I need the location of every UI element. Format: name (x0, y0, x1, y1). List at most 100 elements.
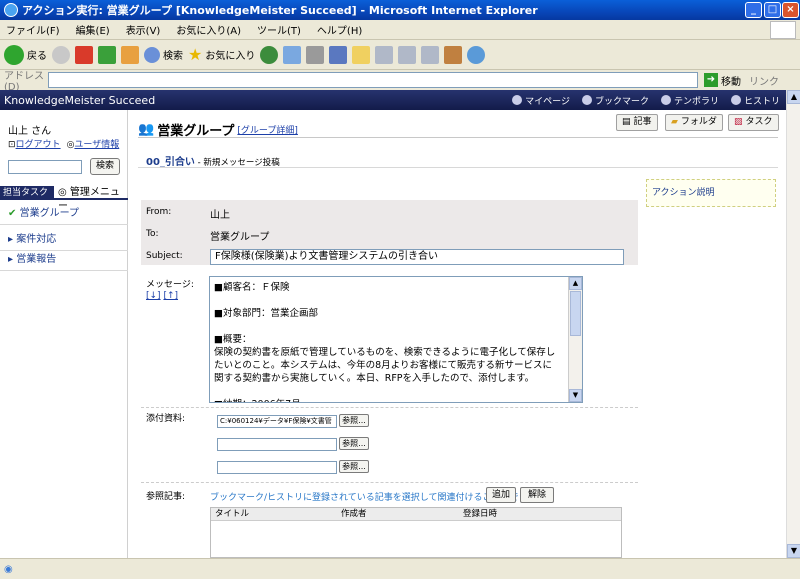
message-up-link[interactable]: [↑] (163, 291, 178, 301)
favorites-button[interactable]: ★ お気に入り (188, 45, 255, 64)
page-scrollbar[interactable]: ▲ ▼ (786, 90, 800, 558)
divider (141, 482, 638, 483)
tools-icon[interactable] (444, 45, 463, 64)
sidebar-item-label: 営業報告 (16, 254, 57, 265)
article-icon: ▤ (622, 117, 631, 127)
case-heading: 00_引合い - 新規メッセージ投稿 (146, 153, 280, 168)
ref-label: 参照記事: (146, 492, 186, 502)
message-textarea[interactable]: ■顧客名：Ｆ保険 ■対象部門：営業企画部 ■概要： 保険の契約書を原紙で管理して… (209, 276, 583, 403)
go-button[interactable]: ➜ 移動 (704, 73, 741, 88)
back-button[interactable]: 戻る (4, 44, 47, 65)
stop-icon[interactable] (75, 45, 93, 64)
home-icon[interactable] (121, 45, 139, 64)
ref-table-header: タイトル 作成者 登録日時 (211, 508, 621, 521)
file-input-1[interactable]: C:¥060124¥データ¥F保険¥文書管 (217, 415, 337, 428)
col-title: タイトル (215, 509, 250, 519)
scroll-up-icon[interactable]: ▲ (569, 277, 582, 290)
bookmark-icon (581, 95, 592, 105)
mail-icon[interactable] (283, 45, 302, 64)
attach-label: 添付資料: (146, 414, 186, 424)
folder-icon[interactable] (352, 45, 371, 64)
back-label: 戻る (27, 51, 47, 62)
nav-bookmark-label: ブックマーク (594, 96, 649, 107)
group-detail-link[interactable]: [グループ詳細] (237, 123, 297, 136)
person-icon (512, 95, 523, 105)
message-text: ■顧客名：Ｆ保険 ■対象部門：営業企画部 ■概要： 保険の契約書を原紙で管理して… (214, 282, 556, 402)
divider (138, 137, 778, 138)
col-date: 登録日時 (463, 509, 498, 519)
minimize-button[interactable]: _ (745, 2, 762, 18)
links-label[interactable]: リンク (749, 73, 779, 88)
menu-file[interactable]: ファイル(F) (6, 22, 60, 37)
file-input-2[interactable] (217, 438, 337, 451)
star-icon: ★ (188, 45, 203, 64)
search-input[interactable] (8, 160, 82, 174)
nav-temporary-label: テンポラリ (673, 96, 719, 107)
close-button[interactable]: × (782, 2, 799, 18)
tab-tasks[interactable]: 担当タスク (0, 186, 54, 200)
menu-favorites[interactable]: お気に入り(A) (176, 22, 241, 37)
sidebar: 山上 さん ⊡ログアウト ◎ユーザ情報 検索 担当タスク ◎ 管理メニュー ✔ … (0, 110, 128, 558)
user-links: ⊡ログアウト ◎ユーザ情報 (8, 137, 119, 150)
page-icon[interactable] (421, 45, 440, 64)
browse-button-2[interactable]: 参照... (339, 437, 369, 450)
sidebar-item-label: 案件対応 (16, 234, 57, 245)
menu-view[interactable]: 表示(V) (126, 22, 161, 37)
menu-help[interactable]: ヘルプ(H) (317, 22, 362, 37)
remove-button[interactable]: 解除 (520, 487, 554, 503)
folder-button[interactable]: ▰ フォルダ (665, 114, 723, 131)
message-down-link[interactable]: [↓] (146, 291, 161, 301)
gear-icon: ◎ (58, 187, 67, 198)
menu-edit[interactable]: 編集(E) (76, 22, 110, 37)
nav-history[interactable]: ヒストリ (730, 94, 780, 107)
arrow-right-icon: ▸ (8, 234, 14, 245)
to-label: To: (146, 229, 159, 239)
add-button[interactable]: 追加 (486, 487, 516, 503)
app-nav: マイページ ブックマーク テンポラリ ヒストリ (512, 94, 786, 107)
task-button[interactable]: ▨ タスク (728, 114, 779, 131)
refresh-icon[interactable] (98, 45, 116, 64)
browse-button-3[interactable]: 参照... (339, 460, 369, 473)
from-value: 山上 (210, 210, 230, 221)
sidebar-item-sales-group[interactable]: ✔ 営業グループ (0, 204, 128, 225)
favorites-label: お気に入り (205, 51, 256, 62)
folder-label: フォルダ (680, 117, 717, 127)
scroll-up-icon[interactable]: ▲ (787, 90, 800, 104)
logout-link[interactable]: ⊡ログアウト (8, 137, 61, 150)
subject-input[interactable]: F保険様(保険業)より文書管理システムの引き合い (210, 249, 624, 265)
ie-page-icon: ◉ (4, 563, 13, 575)
ie-icon (4, 3, 18, 17)
nav-bookmark[interactable]: ブックマーク (581, 94, 649, 107)
page-icon[interactable] (398, 45, 417, 64)
nav-mypage[interactable]: マイページ (512, 94, 570, 107)
ref-table: タイトル 作成者 登録日時 (210, 507, 622, 558)
browse-button-1[interactable]: 参照... (339, 414, 369, 427)
sidebar-item-case[interactable]: ▸ 案件対応 (0, 230, 128, 251)
subject-label: Subject: (146, 251, 183, 261)
scroll-down-icon[interactable]: ▼ (787, 544, 800, 558)
nav-temporary[interactable]: テンポラリ (660, 94, 719, 107)
forward-button[interactable] (52, 45, 70, 64)
userinfo-link[interactable]: ◎ユーザ情報 (67, 137, 120, 150)
file-input-3[interactable] (217, 461, 337, 474)
sidebar-item-report[interactable]: ▸ 営業報告 (0, 250, 128, 271)
history-icon[interactable] (260, 45, 279, 64)
edit-icon[interactable] (329, 45, 348, 64)
folder-icon: ▰ (671, 117, 678, 127)
logout-label: ログアウト (15, 140, 61, 150)
message-nav: [↓] [↑] (146, 291, 178, 301)
print-icon[interactable] (306, 45, 325, 64)
address-input[interactable] (48, 72, 698, 88)
maximize-button[interactable]: □ (764, 2, 781, 18)
col-author: 作成者 (341, 509, 367, 519)
message-scrollbar[interactable]: ▲ ▼ (568, 277, 582, 402)
menu-tools[interactable]: ツール(T) (257, 22, 301, 37)
scroll-down-icon[interactable]: ▼ (569, 389, 582, 402)
messenger-icon[interactable] (467, 45, 486, 64)
search-button[interactable]: 検索 (144, 46, 183, 63)
article-button[interactable]: ▤ 記事 (616, 114, 658, 131)
search-label: 検索 (163, 51, 183, 62)
page-icon[interactable] (375, 45, 394, 64)
scroll-thumb[interactable] (570, 291, 581, 336)
search-button[interactable]: 検索 (90, 158, 120, 175)
